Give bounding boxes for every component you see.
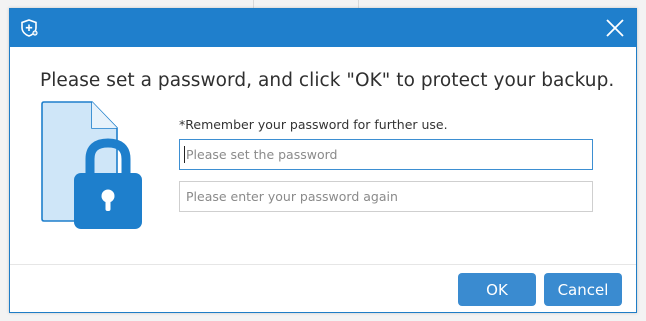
locked-document-icon (41, 101, 142, 229)
background-divider (253, 0, 254, 8)
footer-divider (10, 264, 636, 265)
ok-button[interactable]: OK (458, 273, 536, 306)
shield-plus-icon (21, 19, 38, 37)
remember-password-hint: *Remember your password for further use. (179, 117, 448, 132)
set-password-input[interactable] (179, 139, 593, 170)
background-divider (358, 0, 359, 8)
cancel-button[interactable]: Cancel (544, 273, 622, 306)
dialog-titlebar (10, 9, 636, 47)
confirm-password-input[interactable] (179, 181, 593, 212)
text-caret (184, 146, 185, 163)
close-icon[interactable] (604, 17, 626, 39)
set-password-dialog: Please set a password, and click "OK" to… (9, 8, 637, 313)
dialog-heading: Please set a password, and click "OK" to… (40, 70, 615, 91)
